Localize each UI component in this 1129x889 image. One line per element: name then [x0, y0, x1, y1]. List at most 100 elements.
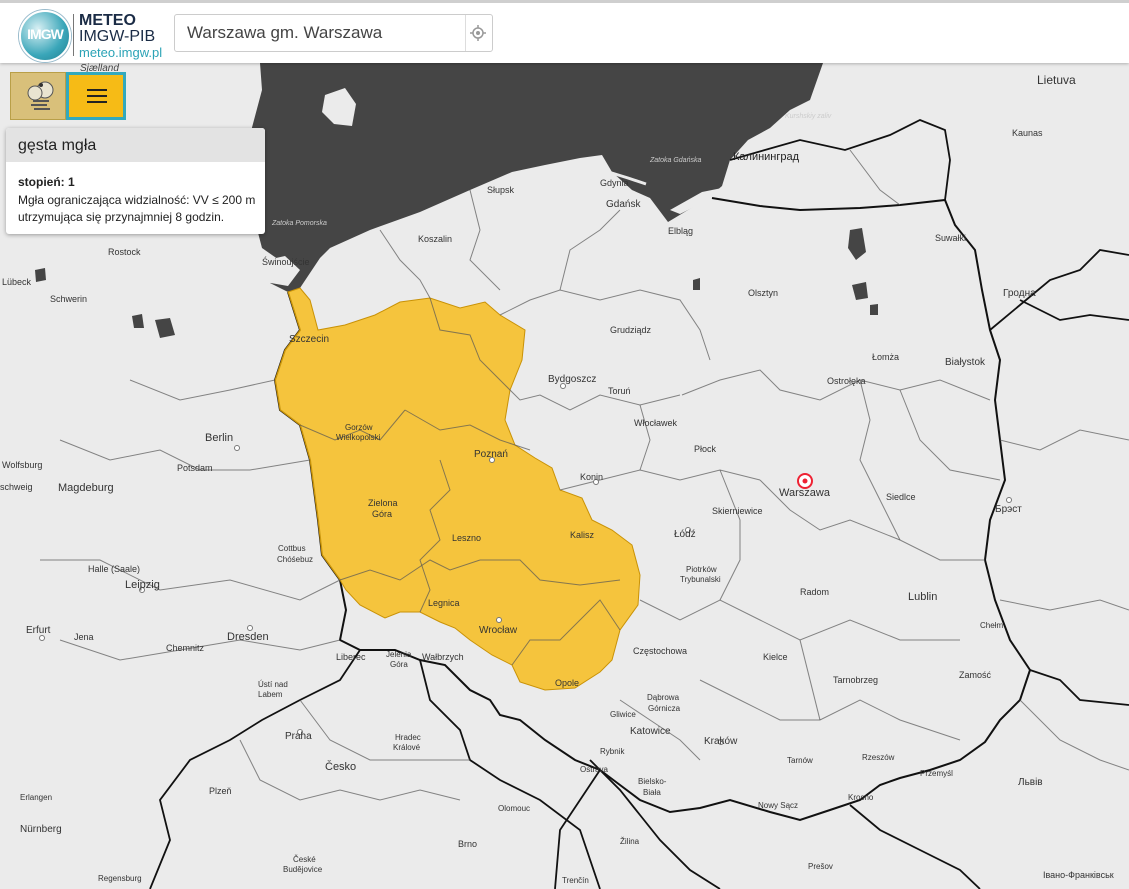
label-wroclaw: Wrocław [479, 625, 518, 636]
logo-divider [73, 14, 74, 56]
label-koszalin: Koszalin [418, 234, 452, 244]
label-gora: Góra [372, 509, 392, 519]
logo-url[interactable]: meteo.imgw.pl [79, 45, 162, 60]
warning-popup: gęsta mgła stopień: 1 Mgła ograniczająca… [6, 128, 265, 234]
label-leszno: Leszno [452, 533, 481, 543]
label-regensburg: Regensburg [98, 874, 142, 883]
label-dabrowa: Dąbrowa [647, 693, 680, 702]
label-piotrkow: Piotrków [686, 565, 717, 574]
label-kaliningrad: Калининград [733, 151, 800, 163]
label-gliwice: Gliwice [610, 710, 636, 719]
logo-badge-text: IMGW [27, 26, 64, 42]
label-lubeck: Lübeck [2, 277, 32, 287]
warning-level: stopień: 1 [18, 175, 75, 189]
label-chemnitz: Chemnitz [166, 643, 205, 653]
label-nurnberg: Nürnberg [20, 824, 62, 835]
label-erlangen: Erlangen [20, 793, 52, 802]
label-chelm: Chełm [980, 621, 1003, 630]
location-search [174, 14, 493, 52]
label-kalisz: Kalisz [570, 530, 595, 540]
logo-org: IMGW-PIB [79, 28, 156, 45]
label-tarnobrzeg: Tarnobrzeg [833, 675, 878, 685]
label-skierniewice: Skierniewice [712, 506, 763, 516]
label-jelenia2: Góra [390, 660, 408, 669]
label-przemysl: Przemyśl [920, 769, 953, 778]
label-poznan: Poznań [474, 449, 508, 460]
label-kaunas: Kaunas [1012, 128, 1043, 138]
label-brest: Брэст [995, 504, 1022, 515]
label-suwalki: Suwałki [935, 233, 966, 243]
label-siedlce: Siedlce [886, 492, 916, 502]
label-opole: Opole [555, 678, 579, 688]
label-cesko: Česko [325, 760, 356, 773]
label-zilina: Žilina [620, 837, 640, 846]
label-hradec: Hradec [395, 733, 421, 742]
label-plock: Płock [694, 444, 717, 454]
label-slupsk: Słupsk [487, 185, 515, 195]
warning-legend-button[interactable] [10, 72, 66, 120]
label-nowy-sacz: Nowy Sącz [758, 801, 798, 810]
label-usti2: Labem [258, 690, 283, 699]
label-krosno: Krosno [848, 793, 874, 802]
label-potsdam: Potsdam [177, 463, 213, 473]
label-lodz: Łódź [674, 529, 696, 540]
label-katowice: Katowice [630, 726, 671, 737]
label-leipzig: Leipzig [125, 579, 160, 591]
locate-me-button[interactable] [465, 15, 492, 51]
label-gorzow2: Wielkopolski [336, 433, 381, 442]
label-grudziadz: Grudziądz [610, 325, 652, 335]
fog-warning-icon [27, 81, 54, 110]
imgw-logo[interactable]: IMGW [19, 10, 71, 62]
label-tarnow: Tarnów [787, 756, 813, 765]
label-gdansk: Gdańsk [606, 199, 641, 210]
label-praha: Praha [285, 731, 312, 742]
label-ceske2: Budějovice [283, 865, 323, 874]
label-trybunalski: Trybunalski [680, 575, 721, 584]
search-input[interactable] [175, 15, 467, 51]
label-czestochowa: Częstochowa [633, 646, 687, 656]
label-olsztyn: Olsztyn [748, 288, 778, 298]
label-gdynia: Gdynia [600, 178, 629, 188]
label-radom: Radom [800, 587, 829, 597]
label-zatoka-pomorska: Zatoka Pomorska [271, 220, 327, 227]
label-bielsko2: Biała [643, 788, 661, 797]
label-elblag: Elbląg [668, 226, 693, 236]
menu-button[interactable] [66, 72, 126, 120]
warning-description: Mgła ograniczająca widzialność: VV ≤ 200… [18, 193, 256, 224]
label-bydgoszcz: Bydgoszcz [548, 374, 596, 385]
label-plzen: Plzeň [209, 786, 232, 796]
label-ceske: České [293, 855, 316, 864]
label-liberec: Liberec [336, 652, 366, 662]
label-zatoka-gdanska: Zatoka Gdańska [649, 157, 701, 164]
label-usti: Ústí nad [258, 680, 288, 689]
label-rostock: Rostock [108, 247, 141, 257]
warning-title: gęsta mgła [6, 128, 265, 162]
label-chosebuz: Chóśebuz [277, 555, 313, 564]
label-warszawa: Warszawa [779, 487, 831, 499]
label-schweig: schweig [0, 482, 33, 492]
label-lviv: Львів [1018, 777, 1043, 788]
label-rzeszow: Rzeszów [862, 753, 895, 762]
label-walbrzych: Wałbrzych [422, 652, 464, 662]
label-jena: Jena [74, 632, 94, 642]
label-lomza: Łomża [872, 352, 899, 362]
label-torun: Toruń [608, 386, 631, 396]
label-bielsko: Bielsko- [638, 777, 667, 786]
label-lublin: Lublin [908, 591, 937, 603]
label-legnica: Legnica [428, 598, 460, 608]
label-trencin: Trenčín [562, 876, 589, 885]
label-swinoujscie: Świnoujście [262, 256, 310, 267]
label-cottbus: Cottbus [278, 544, 306, 553]
label-kurshskiy: Kurshskiy zaliv [785, 113, 832, 120]
label-ostroleka: Ostrołęka [827, 376, 866, 386]
label-schwerin: Schwerin [50, 294, 87, 304]
label-dresden: Dresden [227, 631, 269, 643]
selected-location-marker[interactable] [797, 473, 813, 489]
label-ivano: Івано-Франківськ [1043, 870, 1114, 880]
label-olomouc: Olomouc [498, 804, 530, 813]
label-hradec2: Králové [393, 743, 421, 752]
label-szczecin: Szczecin [289, 334, 329, 345]
label-erfurt: Erfurt [26, 625, 51, 636]
crosshair-icon [470, 25, 486, 41]
label-konin: Konin [580, 472, 603, 482]
